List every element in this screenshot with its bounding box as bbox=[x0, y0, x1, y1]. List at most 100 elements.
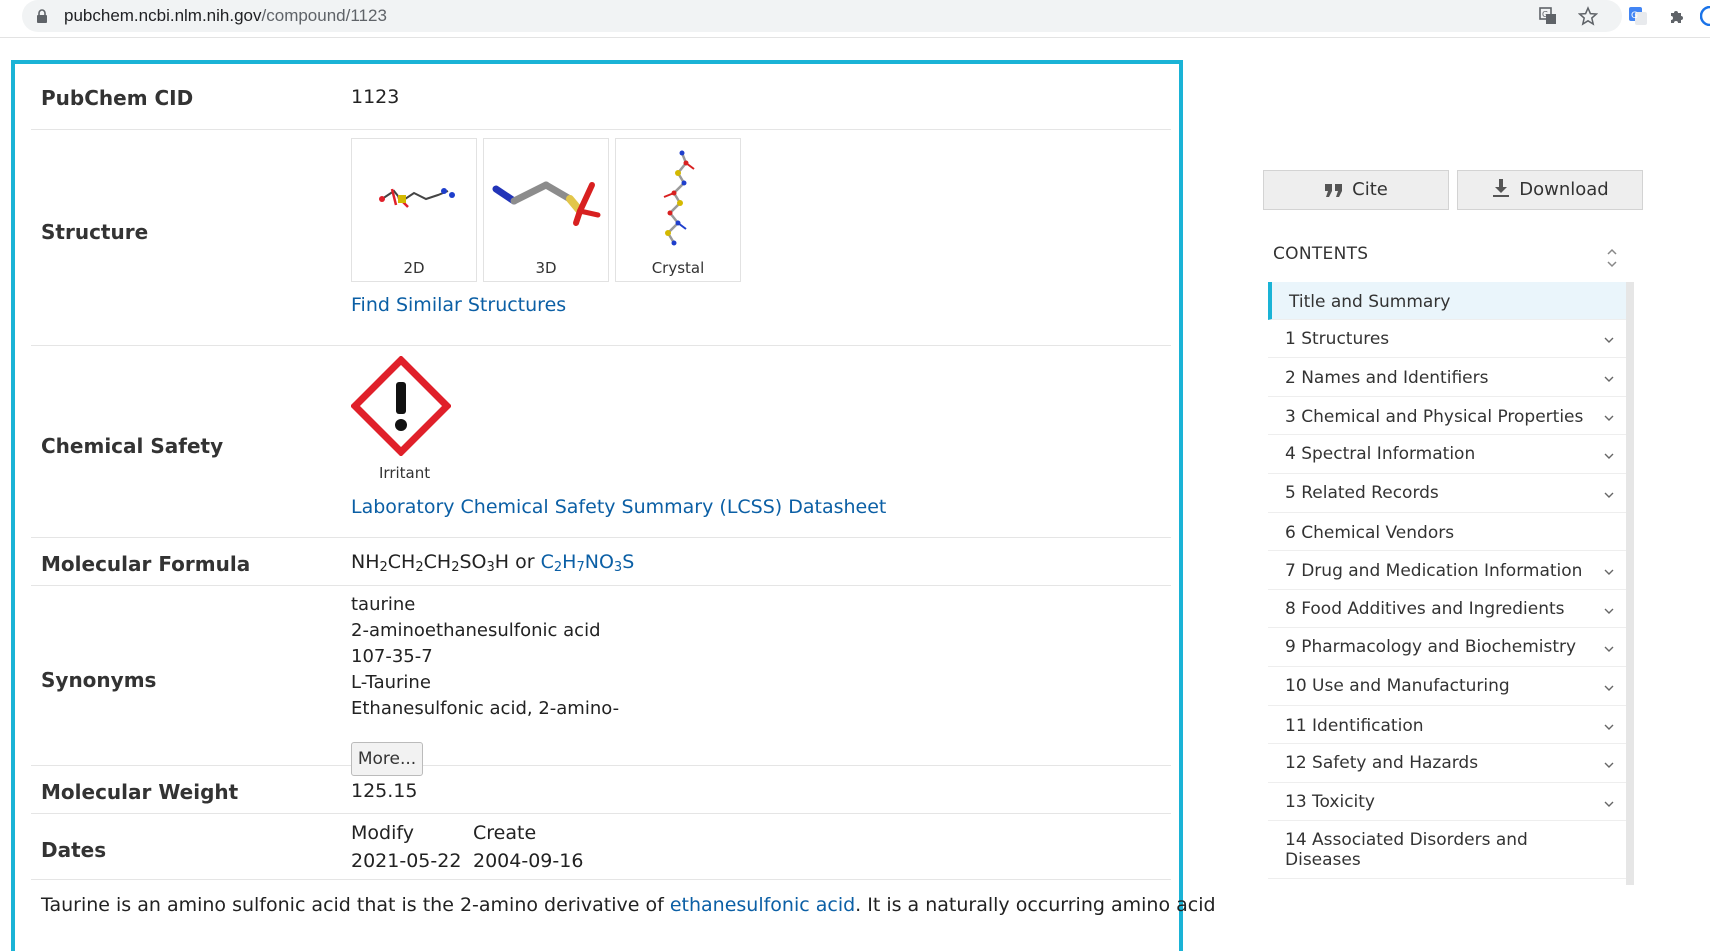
find-similar-structures-link[interactable]: Find Similar Structures bbox=[351, 294, 566, 316]
synonym-item: 107-35-7 bbox=[351, 646, 433, 667]
toc-item-spectral-information[interactable]: 4 Spectral Information bbox=[1268, 435, 1626, 474]
svg-text:G: G bbox=[1542, 10, 1548, 19]
toc-item-chemical-physical-properties[interactable]: 3 Chemical and Physical Properties bbox=[1268, 397, 1626, 435]
browser-toolbar: pubchem.ncbi.nlm.nih.gov/compound/1123 G… bbox=[0, 0, 1710, 38]
toc-item-use-manufacturing[interactable]: 10 Use and Manufacturing bbox=[1268, 667, 1626, 706]
toc-item-toxicity[interactable]: 13 Toxicity bbox=[1268, 783, 1626, 821]
synonym-item: taurine bbox=[351, 594, 416, 615]
chevron-down-icon[interactable] bbox=[1604, 569, 1614, 575]
url-text[interactable]: pubchem.ncbi.nlm.nih.gov/compound/1123 bbox=[64, 6, 387, 26]
toc-label: 1 Structures bbox=[1285, 329, 1390, 349]
create-label: Create bbox=[473, 822, 537, 844]
structure-crystal-thumbnail[interactable]: Crystal bbox=[615, 138, 741, 282]
chevron-down-icon[interactable] bbox=[1604, 801, 1614, 807]
description-start: Taurine is an amino sulfonic acid that i… bbox=[41, 894, 664, 916]
chevron-down-icon[interactable] bbox=[1604, 415, 1614, 421]
table-of-contents: Title and Summary 1 Structures 2 Names a… bbox=[1268, 282, 1634, 885]
create-date: 2004-09-16 bbox=[473, 850, 584, 872]
molecular-weight-value: 125.15 bbox=[351, 780, 418, 802]
toc-item-pharmacology[interactable]: 9 Pharmacology and Biochemistry bbox=[1268, 628, 1626, 667]
toc-item-structures[interactable]: 1 Structures bbox=[1268, 320, 1626, 358]
lock-icon bbox=[37, 9, 47, 23]
formula-link[interactable]: C2H7NO3S bbox=[541, 551, 635, 574]
toc-label: 4 Spectral Information bbox=[1285, 444, 1476, 464]
modify-label: Modify bbox=[351, 822, 414, 844]
toc-label: 11 Identification bbox=[1285, 716, 1424, 736]
toc-item-food-additives[interactable]: 8 Food Additives and Ingredients bbox=[1268, 590, 1626, 628]
toc-label: 10 Use and Manufacturing bbox=[1285, 676, 1510, 696]
synonyms-label: Synonyms bbox=[41, 668, 157, 692]
chemical-safety-row: Chemical Safety Irritant Laboratory Chem… bbox=[31, 346, 1171, 538]
lcss-datasheet-link[interactable]: Laboratory Chemical Safety Summary (LCSS… bbox=[351, 496, 886, 518]
translate-icon[interactable]: G bbox=[1538, 6, 1558, 26]
formula-or: or bbox=[515, 551, 535, 573]
toc-label: 13 Toxicity bbox=[1285, 792, 1375, 812]
cid-value: 1123 bbox=[351, 86, 400, 108]
formula-condensed: NH2CH2CH2SO3H bbox=[351, 551, 510, 575]
structure-2d-thumbnail[interactable]: 2D bbox=[351, 138, 477, 282]
toc-label: 5 Related Records bbox=[1285, 483, 1439, 503]
molecule-3d-image bbox=[492, 181, 601, 226]
url-path: /compound/1123 bbox=[261, 6, 387, 25]
ghs-exclamation-irritant-icon[interactable] bbox=[351, 356, 451, 456]
contents-heading: CONTENTS bbox=[1273, 244, 1369, 264]
svg-text:G: G bbox=[1631, 11, 1638, 21]
chevron-down-icon[interactable] bbox=[1604, 492, 1614, 498]
toc-item-identification[interactable]: 11 Identification bbox=[1268, 706, 1626, 744]
ethanesulfonic-acid-link[interactable]: ethanesulfonic acid bbox=[670, 894, 855, 916]
chemical-safety-label: Chemical Safety bbox=[41, 434, 224, 458]
dates-label: Dates bbox=[41, 838, 107, 862]
contents-collapse-icon[interactable] bbox=[1603, 244, 1621, 272]
synonyms-row: Synonyms taurine 2-aminoethanesulfonic a… bbox=[31, 586, 1171, 776]
toc-label: 7 Drug and Medication Information bbox=[1285, 561, 1583, 581]
toc-item-title-summary[interactable]: Title and Summary bbox=[1268, 282, 1626, 320]
toc-label: 12 Safety and Hazards bbox=[1285, 753, 1479, 773]
crystal-structure-image bbox=[663, 150, 695, 246]
chevron-down-icon[interactable] bbox=[1604, 646, 1614, 652]
download-button[interactable]: Download bbox=[1457, 170, 1643, 210]
toc-label: Title and Summary bbox=[1289, 292, 1451, 312]
chevron-down-icon[interactable] bbox=[1604, 724, 1614, 730]
description-end: . It is a naturally occurring amino acid bbox=[855, 894, 1216, 916]
bookmark-star-icon[interactable] bbox=[1578, 6, 1598, 26]
toc-item-related-records[interactable]: 5 Related Records bbox=[1268, 474, 1626, 513]
molecule-2d-image bbox=[379, 188, 455, 208]
quote-icon bbox=[1325, 184, 1343, 197]
chevron-down-icon[interactable] bbox=[1604, 376, 1614, 382]
toc-item-chemical-vendors[interactable]: 6 Chemical Vendors bbox=[1268, 513, 1626, 551]
chevron-down-icon[interactable] bbox=[1604, 608, 1614, 614]
toc-label: 6 Chemical Vendors bbox=[1285, 523, 1455, 543]
thumb-3d-caption: 3D bbox=[535, 259, 557, 277]
modify-date: 2021-05-22 bbox=[351, 850, 462, 872]
toc-item-names-identifiers[interactable]: 2 Names and Identifiers bbox=[1268, 358, 1626, 397]
structure-3d-thumbnail[interactable]: 3D bbox=[483, 138, 609, 282]
toc-label: 8 Food Additives and Ingredients bbox=[1285, 599, 1565, 619]
cite-label: Cite bbox=[1352, 179, 1388, 200]
synonym-item: 2-aminoethanesulfonic acid bbox=[351, 620, 601, 641]
toc-label: 2 Names and Identifiers bbox=[1285, 368, 1489, 388]
chevron-down-icon[interactable] bbox=[1604, 762, 1614, 768]
toc-item-safety-hazards[interactable]: 12 Safety and Hazards bbox=[1268, 744, 1626, 783]
formula-value: NH2CH2CH2SO3H or C2H7NO3S bbox=[351, 551, 635, 575]
cid-row: PubChem CID 1123 bbox=[31, 64, 1171, 130]
toc-label: 9 Pharmacology and Biochemistry bbox=[1285, 637, 1577, 657]
profile-avatar-icon[interactable] bbox=[1700, 6, 1710, 26]
download-label: Download bbox=[1519, 179, 1609, 200]
chevron-down-icon[interactable] bbox=[1604, 337, 1614, 343]
chevron-down-icon[interactable] bbox=[1604, 453, 1614, 459]
molecular-formula-label: Molecular Formula bbox=[41, 552, 251, 576]
chevron-down-icon[interactable] bbox=[1604, 685, 1614, 691]
thumb-crystal-caption: Crystal bbox=[651, 259, 705, 277]
dates-row: Dates Modify Create 2021-05-22 2004-09-1… bbox=[31, 814, 1171, 880]
google-translate-extension-icon[interactable]: G bbox=[1628, 6, 1648, 26]
address-bar[interactable]: pubchem.ncbi.nlm.nih.gov/compound/1123 G bbox=[22, 0, 1622, 32]
toc-item-associated-disorders[interactable]: 14 Associated Disorders and Diseases bbox=[1268, 821, 1626, 879]
cite-button[interactable]: Cite bbox=[1263, 170, 1449, 210]
molecular-weight-label: Molecular Weight bbox=[41, 780, 239, 804]
structure-label: Structure bbox=[41, 220, 149, 244]
extensions-puzzle-icon[interactable] bbox=[1668, 6, 1688, 26]
url-host: pubchem.ncbi.nlm.nih.gov bbox=[64, 6, 262, 25]
molecular-weight-row: Molecular Weight 125.15 bbox=[31, 766, 1171, 814]
toc-label: 3 Chemical and Physical Properties bbox=[1285, 407, 1584, 427]
toc-item-drug-medication[interactable]: 7 Drug and Medication Information bbox=[1268, 551, 1626, 590]
